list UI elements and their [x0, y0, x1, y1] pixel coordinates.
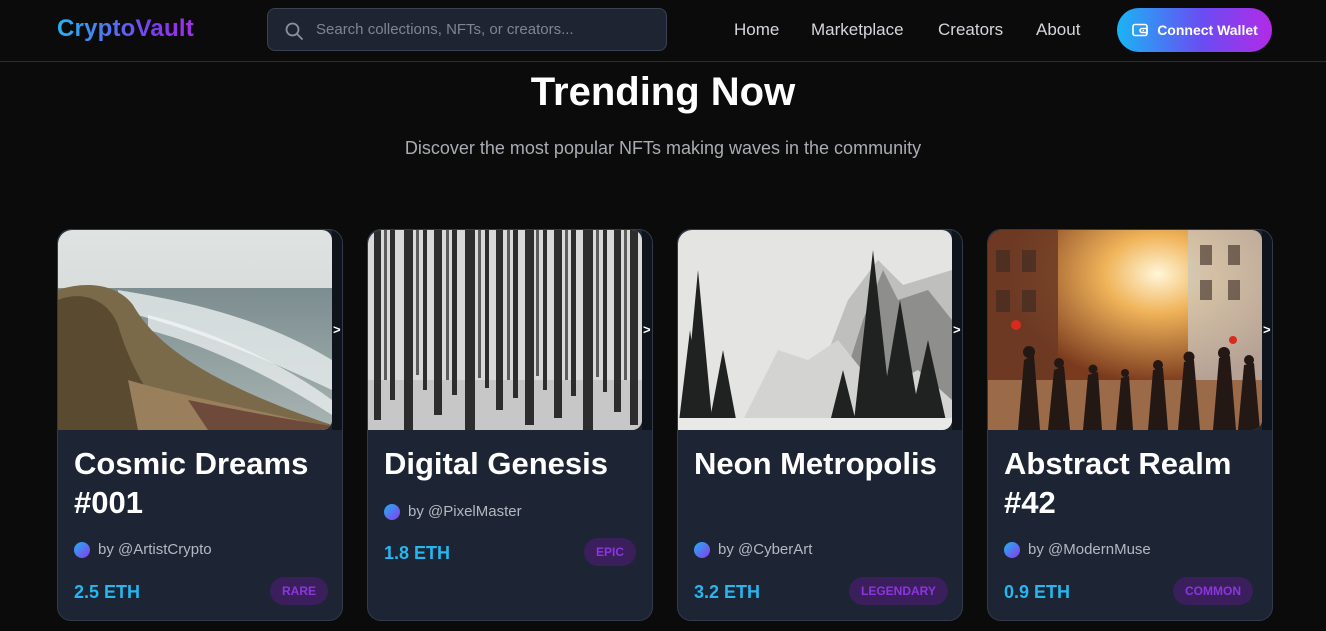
nft-image[interactable]	[988, 230, 1262, 430]
creator-avatar	[74, 541, 90, 558]
nft-card[interactable]: > Abstract Realm #42 by @ModernMuse 0.9 …	[987, 229, 1273, 621]
wallet-icon	[1132, 23, 1148, 37]
rarity-badge: RARE	[270, 577, 329, 605]
creator-avatar	[384, 503, 400, 520]
creator-name: by @PixelMaster	[408, 503, 522, 520]
rarity-badge: COMMON	[1173, 577, 1253, 605]
nft-price: 3.2 ETH	[694, 582, 761, 602]
creator-avatar	[694, 541, 710, 558]
nft-card[interactable]: > Cosmic Dreams #001 by @ArtistCrypto 2.…	[57, 229, 343, 621]
creator-line[interactable]: by @ModernMuse	[1004, 541, 1151, 558]
creator-name: by @ModernMuse	[1028, 541, 1151, 558]
nft-image[interactable]	[58, 230, 332, 430]
nft-card[interactable]: > Digital Genesis by @PixelMaster 1.8 ET…	[367, 229, 653, 621]
connect-wallet-label: Connect Wallet	[1157, 22, 1258, 38]
next-arrow-icon[interactable]: >	[643, 322, 651, 337]
nft-title: Neon Metropolis	[694, 446, 937, 481]
nft-card[interactable]: > Neon Metropolis by @CyberArt 3.2 ETH L…	[677, 229, 963, 621]
creator-avatar	[1004, 541, 1020, 558]
nft-title: Digital Genesis	[384, 446, 608, 481]
nav-about[interactable]: About	[1036, 20, 1080, 40]
nft-image[interactable]	[368, 230, 642, 430]
next-arrow-icon[interactable]: >	[953, 322, 961, 337]
creator-line[interactable]: by @ArtistCrypto	[74, 541, 212, 558]
nft-price: 1.8 ETH	[384, 543, 451, 563]
creator-line[interactable]: by @PixelMaster	[384, 503, 522, 520]
nft-price: 2.5 ETH	[74, 582, 141, 602]
next-arrow-icon[interactable]: >	[333, 322, 341, 337]
page-subtitle: Discover the most popular NFTs making wa…	[404, 138, 922, 158]
nft-title: Cosmic Dreams #001	[74, 446, 309, 520]
nft-title: Abstract Realm #42	[1004, 446, 1232, 520]
nav-creators[interactable]: Creators	[938, 20, 1003, 40]
search-box[interactable]	[267, 8, 667, 51]
search-input[interactable]	[316, 9, 656, 50]
nft-image[interactable]	[678, 230, 952, 430]
rarity-badge: LEGENDARY	[849, 577, 948, 605]
next-arrow-icon[interactable]: >	[1263, 322, 1271, 337]
connect-wallet-button[interactable]: Connect Wallet	[1117, 8, 1272, 52]
rarity-badge: EPIC	[584, 538, 637, 566]
creator-line[interactable]: by @CyberArt	[694, 541, 812, 558]
top-navbar: CryptoVault Home Marketplace Creators Ab…	[0, 0, 1326, 62]
creator-name: by @CyberArt	[718, 541, 813, 558]
nav-marketplace[interactable]: Marketplace	[811, 20, 904, 40]
nav-home[interactable]: Home	[734, 20, 779, 40]
search-icon	[285, 22, 303, 40]
logo[interactable]: CryptoVault	[57, 15, 194, 43]
creator-name: by @ArtistCrypto	[98, 541, 212, 558]
page-title: Trending Now	[530, 70, 796, 114]
nft-price: 0.9 ETH	[1004, 582, 1071, 602]
